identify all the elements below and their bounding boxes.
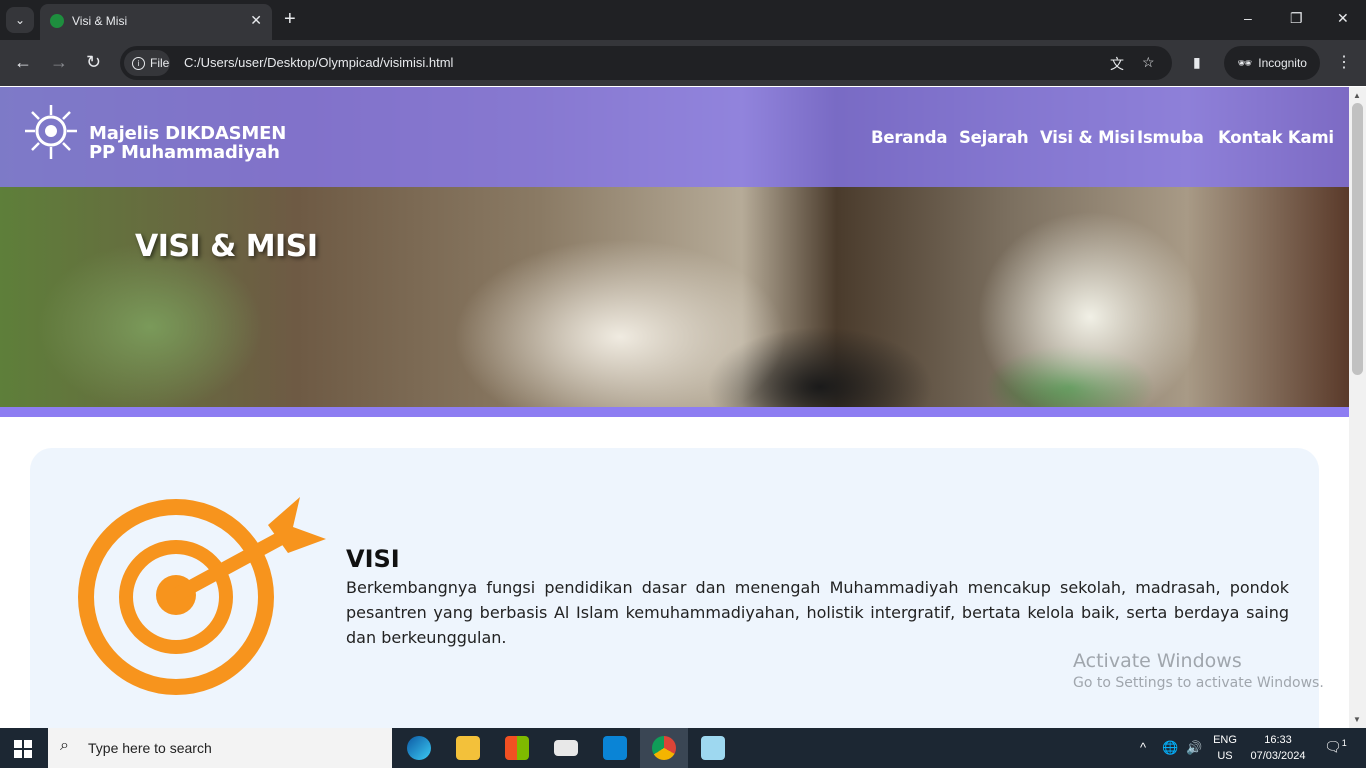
notification-center-icon[interactable]: 🗨1	[1324, 738, 1347, 756]
tab-search-button[interactable]: ⌄	[6, 7, 34, 33]
chevron-down-icon: ⌄	[14, 13, 26, 27]
volume-icon[interactable]: 🔊	[1186, 740, 1202, 756]
close-window-button[interactable]: ✕	[1337, 10, 1349, 27]
tab-strip: ⌄ Visi & Misi ✕ + – ❐ ✕	[0, 0, 1366, 40]
tab-title: Visi & Misi	[72, 14, 128, 28]
windows-start-icon[interactable]	[14, 740, 32, 758]
brand-line-1: Majelis DIKDASMEN	[89, 123, 287, 144]
hero-title: VISI & MISI	[135, 229, 318, 264]
watermark-line-2: Go to Settings to activate Windows.	[1073, 675, 1324, 691]
taskbar: ⌕ Type here to search ^ 🌐 🔊 ENG US 16:33…	[0, 728, 1366, 768]
taskbar-clock[interactable]: 16:33 07/03/2024	[1246, 732, 1310, 764]
nav-kontak-kami[interactable]: Kontak Kami	[1218, 128, 1334, 147]
edge-icon[interactable]	[395, 728, 443, 768]
visi-heading: VISI	[346, 545, 400, 573]
lang-line-1: ENG	[1213, 734, 1237, 746]
address-bar[interactable]: i File C:/Users/user/Desktop/Olympicad/v…	[120, 46, 1172, 80]
visi-text: Berkembangnya fungsi pendidikan dasar da…	[346, 578, 1289, 647]
lang-line-2: US	[1217, 750, 1233, 762]
restore-button[interactable]: ❐	[1290, 10, 1303, 27]
site-info-chip[interactable]: i File	[124, 50, 170, 76]
nav-ismuba[interactable]: Ismuba	[1137, 128, 1204, 147]
incognito-icon: 🕶	[1237, 56, 1253, 70]
notification-count: 1	[1341, 738, 1347, 748]
chrome-icon[interactable]	[640, 728, 688, 768]
tray-expand-icon[interactable]: ^	[1140, 740, 1146, 755]
notepad-icon[interactable]	[689, 728, 737, 768]
back-button[interactable]: ←	[14, 52, 32, 72]
clock-date: 07/03/2024	[1250, 750, 1306, 762]
nav-sejarah[interactable]: Sejarah	[959, 128, 1029, 147]
incognito-indicator[interactable]: 🕶 Incognito	[1224, 46, 1320, 80]
translate-icon[interactable]: 文	[1110, 54, 1124, 74]
reload-button[interactable]: ↻	[86, 52, 101, 72]
file-explorer-icon[interactable]	[444, 728, 492, 768]
favicon-icon	[50, 14, 64, 28]
clock-time: 16:33	[1264, 734, 1292, 746]
watermark-line-1: Activate Windows	[1073, 650, 1242, 672]
language-indicator[interactable]: ENG US	[1212, 732, 1238, 764]
side-panel-icon[interactable]: ▮	[1193, 54, 1201, 71]
target-icon	[78, 497, 326, 695]
activate-windows-watermark: Activate Windows Go to Settings to activ…	[1073, 650, 1324, 691]
page-viewport: Majelis DIKDASMEN PP Muhammadiyah Berand…	[0, 87, 1349, 728]
page-scrollbar[interactable]: ▲ ▼	[1349, 87, 1366, 728]
brand-line-2: PP Muhammadiyah	[89, 142, 280, 163]
store-icon[interactable]	[493, 728, 541, 768]
site-info-label: File	[150, 56, 170, 70]
new-tab-button[interactable]: +	[284, 8, 296, 30]
browser-tab[interactable]: Visi & Misi ✕	[40, 4, 272, 40]
info-icon: i	[132, 56, 145, 70]
forward-button[interactable]: →	[50, 52, 68, 72]
search-icon: ⌕	[60, 737, 69, 754]
nav-visi-misi[interactable]: Visi & Misi	[1040, 128, 1135, 147]
browser-menu-button[interactable]: ⋮	[1336, 52, 1352, 72]
minimize-button[interactable]: –	[1244, 10, 1252, 26]
muhammadiyah-logo-icon[interactable]	[20, 103, 82, 163]
vscode-icon[interactable]	[591, 728, 639, 768]
scrollbar-thumb[interactable]	[1352, 103, 1363, 375]
scroll-down-arrow-icon[interactable]: ▼	[1353, 715, 1361, 724]
browser-toolbar: ← → ↻ i File C:/Users/user/Desktop/Olymp…	[0, 40, 1366, 86]
url-text[interactable]: C:/Users/user/Desktop/Olympicad/visimisi…	[184, 55, 453, 70]
incognito-label: Incognito	[1258, 56, 1307, 70]
search-placeholder: Type here to search	[88, 740, 212, 756]
mail-icon[interactable]	[542, 728, 590, 768]
bookmark-star-icon[interactable]: ☆	[1142, 54, 1155, 71]
scroll-up-arrow-icon[interactable]: ▲	[1353, 91, 1361, 100]
hero-accent-bar	[0, 407, 1349, 417]
network-icon[interactable]: 🌐	[1162, 740, 1178, 756]
site-brand[interactable]: Majelis DIKDASMEN PP Muhammadiyah	[89, 124, 286, 162]
tab-close-button[interactable]: ✕	[250, 12, 262, 29]
taskbar-search[interactable]: ⌕ Type here to search	[48, 728, 392, 768]
nav-beranda[interactable]: Beranda	[871, 128, 948, 147]
